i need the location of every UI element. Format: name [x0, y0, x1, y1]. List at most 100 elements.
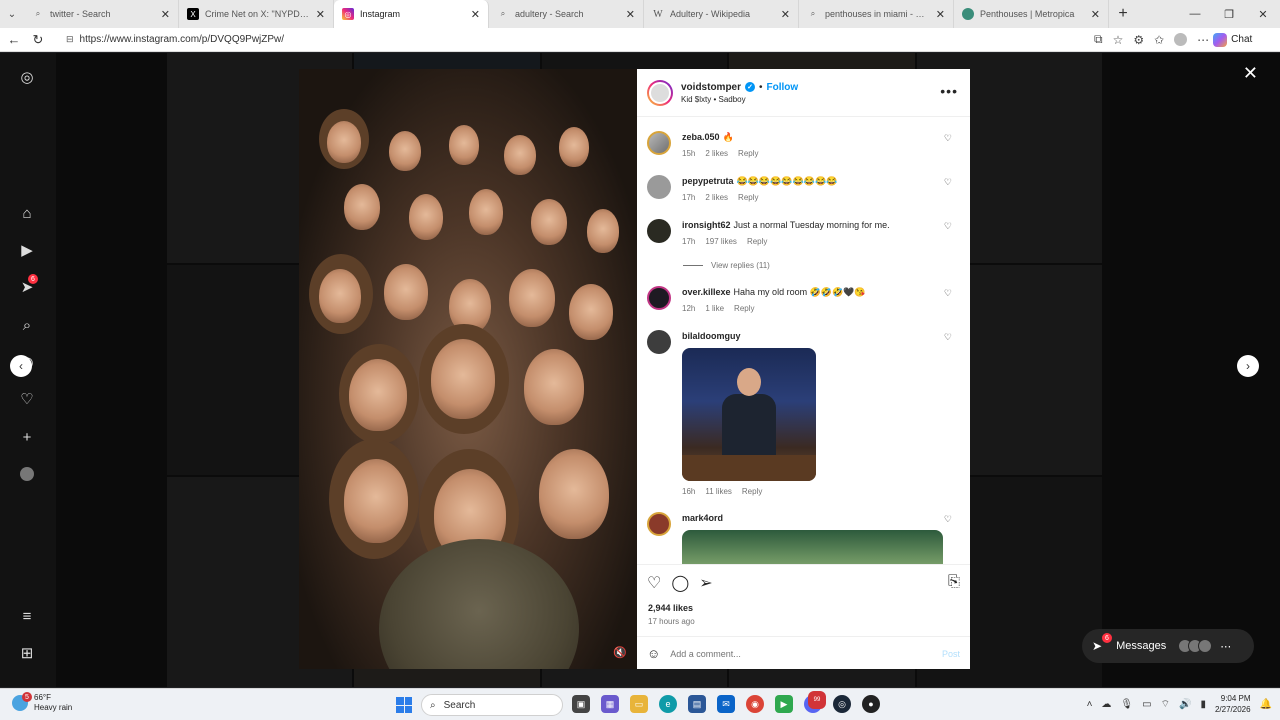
tab-instagram[interactable]: ◎ Instagram ✕ [334, 0, 489, 28]
taskbar-clock[interactable]: 9:04 PM 2/27/2026 [1215, 693, 1251, 715]
back-arrow-icon[interactable]: ← [2, 28, 26, 52]
show-hidden-icons-chevron[interactable]: ˄ [1087, 699, 1093, 710]
like-comment-heart-icon[interactable]: ♡ [944, 514, 952, 525]
like-comment-heart-icon[interactable]: ♡ [944, 332, 952, 343]
commenter-username[interactable]: pepypetruta [682, 176, 734, 186]
muted-audio-icon[interactable]: 🔇 [613, 646, 627, 659]
home-icon[interactable]: ⌂ [18, 204, 36, 222]
steam-icon[interactable]: ◎ [833, 695, 851, 713]
reply-button[interactable]: Reply [747, 237, 767, 246]
create-plus-icon[interactable]: + [18, 428, 36, 446]
author-username[interactable]: voidstomper [681, 82, 741, 93]
post-media[interactable]: 🔇 [299, 69, 637, 669]
site-info-icon[interactable]: ⊟ [66, 34, 74, 45]
close-tab-icon[interactable]: ✕ [936, 8, 945, 21]
start-windows-icon[interactable] [396, 697, 412, 713]
refresh-icon[interactable]: ↻ [26, 28, 50, 52]
like-comment-heart-icon[interactable]: ♡ [944, 288, 952, 299]
emoji-icon[interactable]: ☺ [647, 646, 660, 661]
commenter-username[interactable]: mark4ord [682, 513, 723, 523]
save-bookmark-icon[interactable]: ⎘ [948, 573, 960, 590]
new-tab-button[interactable]: + [1109, 5, 1137, 23]
comment-likes[interactable]: 197 likes [705, 237, 737, 246]
tab-adultery-search[interactable]: ⌕ adultery - Search ✕ [489, 0, 644, 28]
url-field[interactable]: ⊟ https://www.instagram.com/p/DVQQ9PwjZP… [56, 30, 1086, 50]
reels-icon[interactable]: ▶ [18, 241, 36, 259]
comment-bubble-icon[interactable]: ◯ [671, 573, 689, 593]
instagram-logo-icon[interactable]: ◎ [18, 68, 36, 86]
post-likes-count[interactable]: 2,944 likes [648, 603, 693, 613]
view-replies-button[interactable]: View replies (11) [683, 261, 770, 270]
next-post-arrow-icon[interactable]: › [1237, 355, 1259, 377]
close-tab-icon[interactable]: ✕ [471, 8, 480, 21]
commenter-avatar[interactable] [647, 131, 671, 155]
commenter-avatar[interactable] [647, 175, 671, 199]
chrome-icon[interactable]: ◉ [746, 695, 764, 713]
battery-icon[interactable]: ▮ [1200, 699, 1206, 710]
previous-post-arrow-icon[interactable]: ‹ [10, 355, 32, 377]
copilot-chat-button[interactable]: Chat [1213, 32, 1252, 47]
more-menu-icon[interactable]: ⋯ [1197, 33, 1209, 47]
close-tab-icon[interactable]: ✕ [781, 8, 790, 21]
messenger-icon[interactable]: ➤ 6 [18, 274, 38, 296]
commenter-avatar[interactable] [647, 286, 671, 310]
share-send-icon[interactable]: ➢ [699, 573, 712, 593]
commenter-username[interactable]: biIaldoomguy [682, 331, 741, 341]
tab-adultery-wikipedia[interactable]: W Adultery - Wikipedia ✕ [644, 0, 799, 28]
search-icon[interactable]: ⌕ [18, 316, 36, 334]
commenter-username[interactable]: over.killexe [682, 287, 731, 297]
maximize-icon[interactable]: ❐ [1212, 0, 1246, 28]
close-tab-icon[interactable]: ✕ [1091, 8, 1100, 21]
store-app-icon[interactable]: ▤ [688, 695, 706, 713]
tab-crime-net[interactable]: X Crime Net on X: "NYPD officer is ... ✕ [179, 0, 334, 28]
follow-button[interactable]: Follow [767, 82, 799, 93]
comment-likes[interactable]: 2 likes [705, 149, 728, 158]
audio-subtitle[interactable]: Kid $lxty • Sadboy [681, 95, 798, 104]
cloud-sync-icon[interactable]: ☁ [1101, 699, 1111, 710]
game-app-icon[interactable]: ▶ [775, 695, 793, 713]
also-from-meta-icon[interactable]: ⊞ [18, 644, 36, 662]
author-avatar[interactable] [649, 81, 671, 104]
like-comment-heart-icon[interactable]: ♡ [944, 133, 952, 144]
favorites-icon[interactable]: ✩ [1154, 33, 1164, 47]
comment-input[interactable] [670, 648, 932, 659]
favorite-star-icon[interactable]: ☆ [1113, 33, 1124, 47]
close-modal-icon[interactable]: ✕ [1243, 63, 1258, 84]
commenter-avatar[interactable] [647, 330, 671, 354]
comment-likes[interactable]: 1 like [705, 304, 724, 313]
comment-image[interactable] [682, 530, 943, 564]
reply-button[interactable]: Reply [734, 304, 754, 313]
story-ring[interactable] [647, 79, 673, 106]
notifications-heart-icon[interactable]: ♡ [18, 390, 36, 408]
weather-widget[interactable]: 5 66°F Heavy rain [12, 692, 72, 713]
volume-icon[interactable]: 🔊 [1179, 699, 1191, 710]
comment-likes[interactable]: 11 likes [705, 487, 732, 496]
commenter-avatar[interactable] [647, 219, 671, 243]
like-heart-icon[interactable]: ♡ [647, 573, 661, 593]
discord-icon[interactable]: ◐ 99 [804, 691, 826, 713]
tab-metropica[interactable]: Penthouses | Metropica ✕ [954, 0, 1109, 28]
close-tab-icon[interactable]: ✕ [316, 8, 325, 21]
more-menu-icon[interactable]: ≡ [18, 607, 36, 625]
commenter-avatar[interactable] [647, 512, 671, 536]
profile-avatar-icon[interactable] [1174, 33, 1188, 46]
tab-actions-menu[interactable]: ⌄ [0, 0, 24, 28]
reply-button[interactable]: Reply [742, 487, 762, 496]
like-comment-heart-icon[interactable]: ♡ [944, 177, 952, 188]
profile-avatar-icon[interactable] [18, 465, 36, 483]
outlook-icon[interactable]: ✉ [717, 695, 735, 713]
split-screen-icon[interactable]: ⧉ [1094, 32, 1103, 47]
post-options-icon[interactable]: ••• [940, 83, 958, 99]
post-comment-button[interactable]: Post [942, 649, 960, 659]
file-explorer-icon[interactable]: ▭ [630, 695, 648, 713]
photos-app-icon[interactable]: ▦ [601, 695, 619, 713]
taskbar-search-box[interactable]: ⌕ Search [421, 694, 563, 716]
commenter-username[interactable]: zeba.050 [682, 132, 720, 142]
notifications-bell-icon[interactable]: 🔔 [1260, 699, 1272, 710]
display-icon[interactable]: ▭ [1142, 699, 1151, 710]
extensions-icon[interactable]: ⚙ [1133, 33, 1144, 47]
comment-likes[interactable]: 2 likes [705, 193, 728, 202]
close-window-icon[interactable]: ✕ [1246, 0, 1280, 28]
task-view-icon[interactable]: ▣ [572, 695, 590, 713]
edge-browser-icon[interactable]: e [659, 695, 677, 713]
